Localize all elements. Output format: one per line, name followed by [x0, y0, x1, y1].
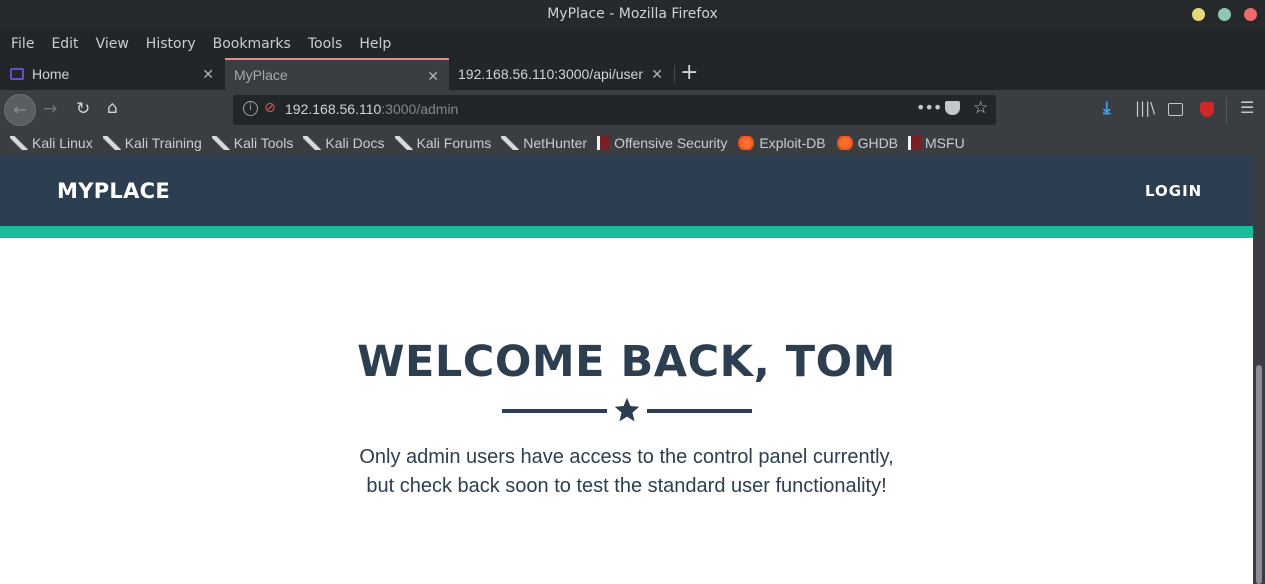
bookmark-kali-docs[interactable]: Kali Docs — [303, 134, 385, 151]
tab-label: 192.168.56.110:3000/api/users — [458, 66, 643, 82]
bookmark-label: MSFU — [925, 134, 965, 151]
hamburger-menu-icon[interactable]: ☰ — [1240, 98, 1254, 117]
bookmark-label: GHDB — [857, 134, 899, 151]
star-icon — [614, 397, 640, 422]
kali-dragon-icon — [303, 135, 322, 150]
bookmark-nethunter[interactable]: NetHunter — [501, 135, 587, 151]
sidebar-icon[interactable] — [1168, 103, 1183, 116]
download-icon[interactable]: ⤓ — [1103, 98, 1111, 118]
tab-api-users[interactable]: 192.168.56.110:3000/api/users ✕ — [449, 58, 673, 90]
forward-arrow-icon[interactable]: → — [43, 99, 57, 119]
menu-view[interactable]: View — [89, 36, 136, 52]
url-text[interactable]: 192.168.56.110:3000/admin — [285, 101, 458, 117]
minimize-button[interactable] — [1192, 8, 1205, 21]
page-icon — [10, 68, 24, 80]
welcome-heading: WELCOME BACK, TOM — [357, 337, 896, 387]
bookmark-label: Kali Forums — [416, 134, 492, 151]
pocket-icon[interactable] — [945, 101, 960, 115]
kali-dragon-icon — [211, 135, 230, 150]
login-link[interactable]: LOGIN — [1145, 182, 1202, 200]
kali-dragon-icon — [10, 135, 28, 150]
tab-bar: Home ✕ MyPlace ✕ 192.168.56.110:3000/api… — [0, 58, 1265, 90]
scrollbar-thumb[interactable] — [1256, 365, 1262, 584]
navigation-toolbar: ← → ↻ ⌂ i ⊘ 192.168.56.110:3000/admin ••… — [0, 90, 1265, 130]
bookmark-kali-tools[interactable]: Kali Tools — [211, 134, 294, 151]
bookmark-star-icon[interactable]: ☆ — [973, 98, 988, 118]
bookmark-label: Exploit-DB — [759, 134, 826, 151]
url-bar[interactable]: i ⊘ 192.168.56.110:3000/admin ••• ☆ — [233, 95, 996, 125]
bookmark-offensive-security[interactable]: Offensive Security — [597, 135, 727, 151]
menu-file[interactable]: File — [4, 36, 41, 52]
insecure-lock-icon[interactable]: ⊘ — [264, 100, 276, 116]
site-navbar: MYPLACE LOGIN — [0, 155, 1253, 226]
bookmark-label: Offensive Security — [614, 134, 728, 151]
home-icon[interactable]: ⌂ — [107, 98, 118, 118]
bookmark-label: Kali Tools — [233, 134, 294, 151]
close-icon[interactable]: ✕ — [427, 68, 439, 85]
close-window-button[interactable] — [1244, 8, 1257, 21]
tab-myplace[interactable]: MyPlace ✕ — [225, 58, 449, 90]
site-brand-link[interactable]: MYPLACE — [57, 179, 170, 203]
window-title: MyPlace - Mozilla Firefox — [547, 6, 718, 22]
page-scrollbar[interactable] — [1253, 155, 1265, 584]
menu-help[interactable]: Help — [352, 36, 398, 52]
tab-label: MyPlace — [234, 67, 288, 83]
library-icon[interactable]: |||\ — [1135, 99, 1155, 117]
kali-dragon-icon — [501, 135, 520, 150]
tab-label: Home — [32, 66, 70, 82]
divider-line-left — [502, 409, 607, 413]
bookmark-msfu[interactable]: MSFU — [908, 135, 965, 151]
welcome-message-line2: but check back soon to test the standard… — [366, 475, 887, 497]
accent-band — [0, 226, 1253, 238]
welcome-message-line1: Only admin users have access to the cont… — [359, 446, 894, 468]
toolbar-separator — [1226, 97, 1227, 123]
window-titlebar: MyPlace - Mozilla Firefox — [0, 0, 1265, 30]
bookmark-label: Kali Docs — [325, 134, 385, 151]
close-icon[interactable]: ✕ — [651, 66, 663, 83]
close-icon[interactable]: ✕ — [202, 66, 214, 83]
page-actions-icon[interactable]: ••• — [916, 98, 942, 117]
back-arrow-icon[interactable]: ← — [4, 94, 36, 126]
bookmark-label: Kali Training — [124, 134, 202, 151]
tab-separator — [674, 65, 675, 83]
menu-bar: File Edit View History Bookmarks Tools H… — [0, 30, 1265, 58]
new-tab-plus-icon[interactable]: + — [680, 60, 698, 85]
exploit-db-icon — [835, 135, 854, 150]
bookmarks-toolbar: Kali Linux Kali Training Kali Tools Kali… — [0, 130, 1265, 155]
menu-bookmarks[interactable]: Bookmarks — [206, 36, 298, 52]
bookmark-kali-linux[interactable]: Kali Linux — [10, 135, 93, 151]
reload-icon[interactable]: ↻ — [76, 99, 90, 119]
welcome-message: Only admin users have access to the cont… — [0, 443, 1253, 501]
page-viewport: MYPLACE LOGIN WELCOME BACK, TOM Only adm… — [0, 155, 1265, 584]
menu-tools[interactable]: Tools — [301, 36, 350, 52]
bookmark-kali-forums[interactable]: Kali Forums — [394, 134, 492, 151]
bookmark-label: NetHunter — [523, 134, 588, 151]
tab-home[interactable]: Home ✕ — [0, 58, 224, 90]
kali-dragon-icon — [394, 135, 413, 150]
exploit-db-icon — [737, 135, 756, 150]
ublock-shield-icon[interactable] — [1200, 102, 1214, 117]
menu-edit[interactable]: Edit — [44, 36, 85, 52]
menu-history[interactable]: History — [139, 36, 203, 52]
kali-dragon-icon — [102, 135, 121, 150]
maximize-button[interactable] — [1218, 8, 1231, 21]
bookmark-label: Kali Linux — [32, 134, 93, 151]
offsec-icon — [597, 135, 611, 150]
divider-line-right — [647, 409, 752, 413]
offsec-icon — [908, 135, 922, 150]
url-path: :3000/admin — [381, 101, 459, 117]
bookmark-kali-training[interactable]: Kali Training — [102, 134, 202, 151]
bookmark-ghdb[interactable]: GHDB — [835, 134, 899, 151]
bookmark-exploit-db[interactable]: Exploit-DB — [737, 134, 826, 151]
info-icon[interactable]: i — [243, 101, 258, 116]
url-host: 192.168.56.110 — [285, 101, 382, 117]
